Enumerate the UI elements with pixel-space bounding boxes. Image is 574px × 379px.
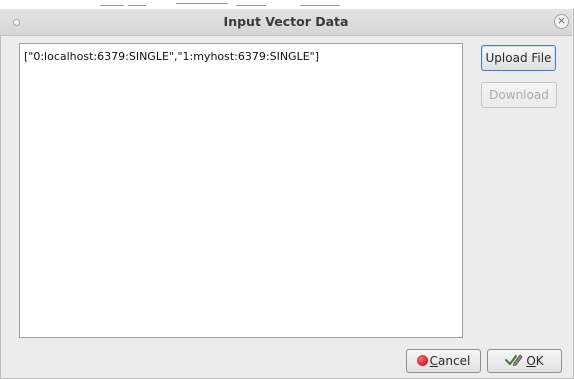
dialog-title: Input Vector Data	[223, 14, 349, 29]
ok-button[interactable]: OK	[487, 349, 562, 373]
background-mark	[236, 5, 266, 6]
download-button[interactable]: Download	[481, 82, 557, 108]
cancel-label: ancel	[438, 354, 471, 368]
background-mark	[128, 5, 146, 6]
checkmark-pen-icon	[505, 352, 523, 374]
ok-mnemonic: O	[526, 354, 536, 368]
red-circle-icon	[416, 355, 428, 366]
background-mark	[100, 5, 124, 6]
close-icon[interactable]: ×	[554, 14, 569, 29]
background-window-strip	[0, 0, 574, 9]
background-mark	[300, 5, 340, 6]
cancel-mnemonic: C	[429, 354, 439, 368]
ok-label: K	[535, 354, 544, 368]
dialog-titlebar[interactable]: Input Vector Data ×	[0, 9, 572, 36]
background-mark	[176, 3, 228, 4]
vector-data-textarea[interactable]: ["0:localhost:6379:SINGLE","1:myhost:637…	[19, 43, 463, 338]
cancel-button[interactable]: Cancel	[406, 349, 481, 373]
upload-file-button[interactable]: Upload File	[481, 45, 556, 71]
